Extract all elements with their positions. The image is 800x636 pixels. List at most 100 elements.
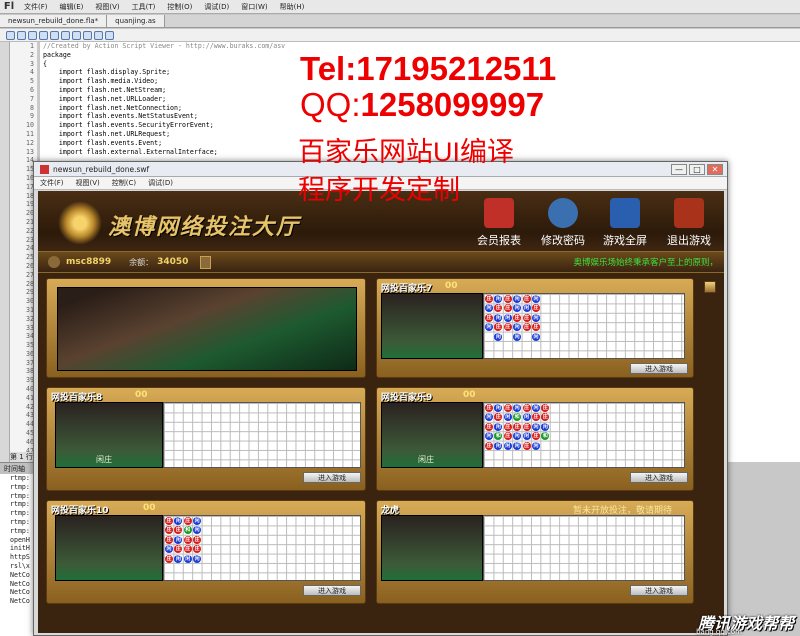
username: msc8899 (66, 257, 112, 267)
exit-game-button[interactable]: 退出游戏 (658, 191, 720, 251)
add-icon[interactable] (6, 30, 15, 40)
roadmap-bead: 庄 (165, 554, 173, 563)
ide-menu-control[interactable]: 控制(O) (161, 0, 198, 14)
line-number: 10 (26, 121, 34, 130)
roadmap-bead: 闲 (532, 313, 540, 322)
line-number: 9 (30, 112, 34, 121)
overlay-line1: 百家乐网站UI编译 (298, 137, 514, 167)
roadmap-bead: 和 (513, 413, 522, 422)
member-report-button[interactable]: 会员报表 (468, 191, 530, 251)
check-syntax-icon[interactable] (28, 30, 37, 40)
scroll-up-icon[interactable] (704, 281, 716, 293)
code-hint-icon[interactable] (50, 30, 59, 40)
ide-toolbar (0, 29, 800, 42)
enter-game-button[interactable]: 进入游戏 (630, 585, 688, 596)
roadmap-bead: 闲 (532, 295, 540, 303)
collapse-icon[interactable] (72, 30, 81, 40)
uncomment-icon[interactable] (105, 30, 114, 40)
roadmap-bead: 闲 (485, 432, 493, 441)
line-number: 40 (26, 385, 34, 394)
key-lock-icon (548, 198, 578, 228)
overlay-qq: QQ:1258099997 (300, 86, 544, 124)
casino-video (57, 287, 357, 371)
lobby-logo-text: 澳博网络投注大厅 (108, 214, 301, 240)
dealer-video (381, 515, 483, 581)
enter-game-button[interactable]: 进入游戏 (303, 585, 361, 596)
roadmap-bead: 庄 (522, 422, 531, 431)
table-panel-7: 网投百家乐7 00 庄闲庄闲闲庄闲庄闲庄庄闲庄闲闲庄闲闲庄闲庄庄闲庄闲庄闲 进入… (376, 278, 694, 378)
roadmap-bead: 庄 (503, 422, 512, 431)
roadmap-bead: 和 (541, 432, 550, 441)
roadmap-bead: 庄 (183, 545, 192, 554)
minimize-button[interactable]: — (671, 164, 687, 175)
roadmap-bead: 庄 (494, 413, 503, 422)
roadmap-bead: 庄 (485, 422, 493, 431)
line-number: 14 (26, 156, 34, 165)
roadmap-bead: 闲 (193, 517, 202, 525)
line-number: 45 (26, 429, 34, 438)
enter-game-button[interactable]: 进入游戏 (303, 472, 361, 483)
tab-fla-file[interactable]: newsun_rebuild_done.fla* (0, 15, 108, 27)
roadmap-bead: 闲 (532, 332, 540, 341)
debug-icon[interactable] (61, 30, 70, 40)
line-number: 23 (26, 235, 34, 244)
roadmap-grid: 庄庄庄闲庄闲庄闲庄闲庄和庄庄闲闲闲庄庄闲 (163, 515, 361, 581)
dealer-table-sign: 闲庄 (96, 455, 112, 464)
line-number: 25 (26, 253, 34, 262)
overlay-qq-label: QQ: (300, 86, 361, 123)
line-number: 3 (30, 59, 34, 68)
roadmap-bead: 庄 (165, 517, 173, 525)
change-password-label: 修改密码 (541, 234, 585, 247)
roadmap-bead: 庄 (193, 535, 202, 544)
ide-menu-help[interactable]: 帮助(H) (274, 0, 311, 14)
flash-player-icon (40, 164, 49, 174)
ide-menu-tools[interactable]: 工具(T) (126, 0, 162, 14)
refresh-balance-icon[interactable] (200, 255, 212, 269)
line-number: 13 (26, 147, 34, 156)
roadmap-bead: 闲 (503, 441, 512, 450)
roadmap-bead: 庄 (532, 304, 540, 313)
swf-title: newsun_rebuild_done.swf (53, 164, 150, 174)
ide-menu-file[interactable]: 文件(F) (18, 0, 54, 14)
table-panel-dragon-tiger: 龙虎 暂未开放投注，敬请期待 进入游戏 (376, 500, 694, 604)
swf-menu-view[interactable]: 视图(V) (70, 177, 106, 189)
monitor-icon (610, 198, 640, 228)
table-panel-9: 网投百家乐9 00 闲庄 庄闲庄闲庄闲庄闲和闲庄闲庄庄闲闲和庄闲闲庄闲庄闲庄闲庄… (376, 387, 694, 491)
maximize-button[interactable]: □ (689, 164, 705, 175)
tab-as-file[interactable]: quanjing.as (107, 15, 165, 27)
line-number: 22 (26, 226, 34, 235)
line-number: 39 (26, 376, 34, 385)
ide-menu-edit[interactable]: 编辑(E) (54, 0, 90, 14)
line-number: 20 (26, 209, 34, 218)
close-button[interactable]: ✕ (707, 164, 723, 175)
enter-game-button[interactable]: 进入游戏 (630, 472, 688, 483)
balance-label: 余额： (129, 257, 154, 267)
line-number: 31 (26, 305, 34, 314)
format-icon[interactable] (39, 30, 48, 40)
roadmap-bead: 闲 (193, 554, 202, 563)
find-icon[interactable] (17, 30, 26, 40)
roadmap-bead: 闲 (513, 323, 522, 332)
ide-menu-view[interactable]: 视图(V) (89, 0, 125, 14)
roadmap-bead: 闲 (193, 526, 202, 535)
roadmap-bead: 庄 (513, 313, 522, 322)
roadmap-bead: 庄 (522, 404, 531, 412)
line-number: 5 (30, 77, 34, 86)
swf-menu-debug[interactable]: 调试(D) (142, 177, 179, 189)
line-number: 38 (26, 367, 34, 376)
line-number: 32 (26, 314, 34, 323)
expand-icon[interactable] (83, 30, 92, 40)
change-password-button[interactable]: 修改密码 (532, 191, 594, 251)
line-number: 11 (26, 129, 34, 138)
swf-menu-control[interactable]: 控制(C) (106, 177, 142, 189)
ide-menu-debug[interactable]: 调试(D) (198, 0, 235, 14)
ide-menu-window[interactable]: 窗口(W) (235, 0, 273, 14)
roadmap-bead: 闲 (494, 422, 503, 431)
line-number: 44 (26, 420, 34, 429)
swf-menu-file[interactable]: 文件(F) (34, 177, 70, 189)
fullscreen-button[interactable]: 游戏全屏 (594, 191, 656, 251)
roadmap-grid: 庄闲庄闲闲庄闲庄闲庄庄闲庄闲闲庄闲闲庄闲庄庄闲庄闲庄闲 (483, 293, 685, 359)
comment-icon[interactable] (94, 30, 103, 40)
ide-document-tabs: newsun_rebuild_done.fla* quanjing.as (0, 15, 800, 28)
enter-game-button[interactable]: 进入游戏 (630, 363, 688, 374)
